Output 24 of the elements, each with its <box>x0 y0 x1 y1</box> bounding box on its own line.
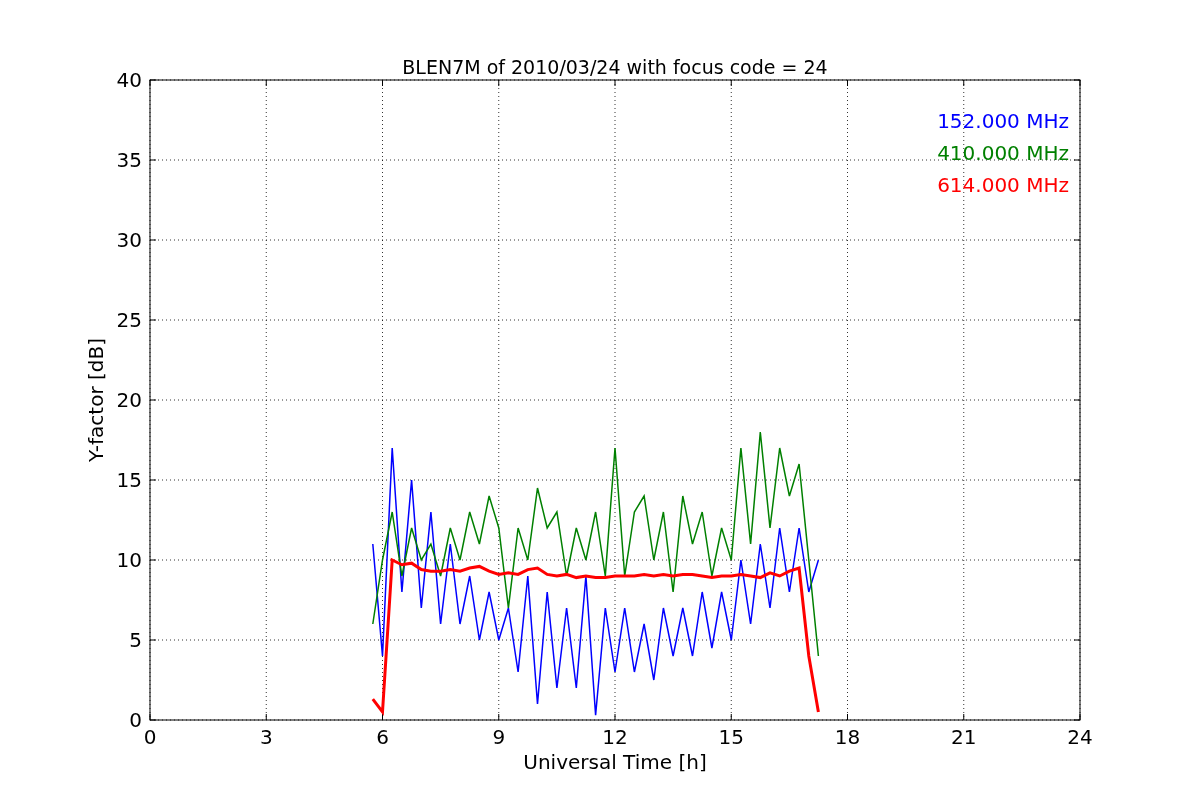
legend-label: 410.000 MHz <box>937 141 1069 165</box>
tick-label: 15 <box>718 725 744 749</box>
tick-label: 18 <box>834 725 861 749</box>
tick-label: 10 <box>116 548 142 572</box>
axis-label: Y-factor [dB] <box>84 338 108 462</box>
tick-label: 21 <box>951 725 977 749</box>
tick-label: 20 <box>116 388 142 412</box>
axis-label: Universal Time [h] <box>523 750 707 774</box>
tick-label: 0 <box>143 725 157 749</box>
tick-label: 9 <box>492 725 506 749</box>
tick-label: 3 <box>259 725 273 749</box>
legend-label: 614.000 MHz <box>937 173 1069 197</box>
chart-title: BLEN7M of 2010/03/24 with focus code = 24 <box>402 56 828 78</box>
tick-label: 12 <box>602 725 628 749</box>
tick-label: 35 <box>116 148 142 172</box>
legend-label: 152.000 MHz <box>937 109 1069 133</box>
tick-label: 30 <box>116 228 142 252</box>
tick-label: 24 <box>1067 725 1093 749</box>
tick-label: 25 <box>116 308 142 332</box>
tick-label: 40 <box>116 68 142 92</box>
tick-label: 6 <box>376 725 389 749</box>
tick-label: 5 <box>129 628 142 652</box>
tick-label: 15 <box>116 468 142 492</box>
tick-label: 0 <box>129 708 142 732</box>
